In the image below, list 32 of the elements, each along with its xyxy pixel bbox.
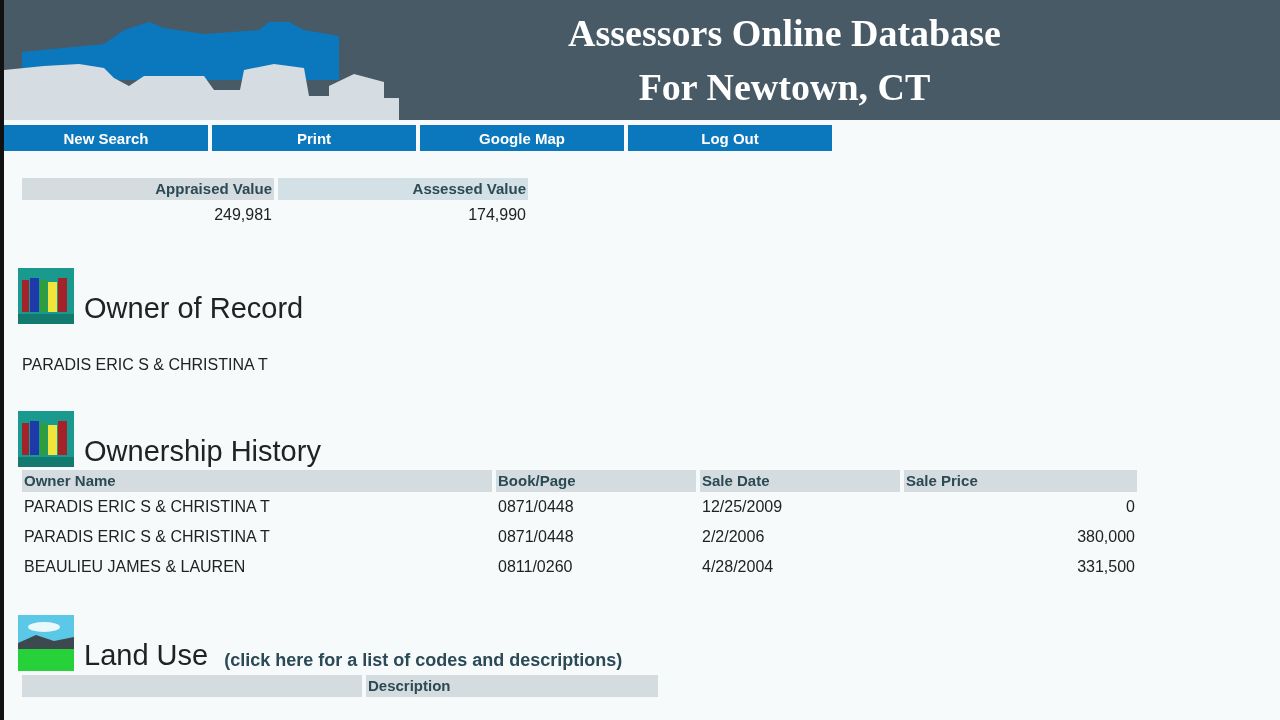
codes-link[interactable]: (click here for a list of codes and descriptions) [224,650,623,671]
section-title: Owner of Record [84,292,304,324]
table-cell-text: 0811/0260 [497,557,574,577]
column-header: Owner Name [22,470,492,492]
site-title: Assessors Online Database [568,11,1001,56]
table-cell-text: 174,990 [467,205,527,225]
column-header: Book/Page [496,470,696,492]
table-cell-text: 4/28/2004 [701,557,775,577]
table-cell-text: 0871/0448 [497,527,575,547]
column-header: Sale Price [904,470,1137,492]
table-cell-text: 12/25/2009 [701,497,784,517]
nav-button[interactable]: Log Out [628,125,832,151]
nav-button[interactable]: Print [212,125,416,151]
table-cell-text: 331,500 [1076,557,1136,577]
table-cell-text: 249,981 [213,205,273,225]
section-title: Ownership History [84,435,321,467]
nav-button[interactable]: New Search [4,125,208,151]
nav-button[interactable]: Google Map [420,125,624,151]
site-title: For Newtown, CT [638,65,931,110]
table-cell-text: BEAULIEU JAMES & LAUREN [23,557,247,577]
section-title: Land Use [84,639,209,671]
column-header: Assessed Value [278,178,528,200]
table-cell-text: PARADIS ERIC S & CHRISTINA T [23,497,271,517]
table-cell-text: 2/2/2006 [701,527,766,547]
table-cell-text: 380,000 [1076,527,1136,547]
column-header: Sale Date [700,470,900,492]
column-header: Description [366,675,658,697]
table-cell-text: PARADIS ERIC S & CHRISTINA T [23,527,271,547]
column-header: Appraised Value [22,178,274,200]
owner-name: PARADIS ERIC S & CHRISTINA T [22,356,269,374]
table-cell-text: 0871/0448 [497,497,575,517]
table-cell-text: 0 [1125,497,1136,517]
